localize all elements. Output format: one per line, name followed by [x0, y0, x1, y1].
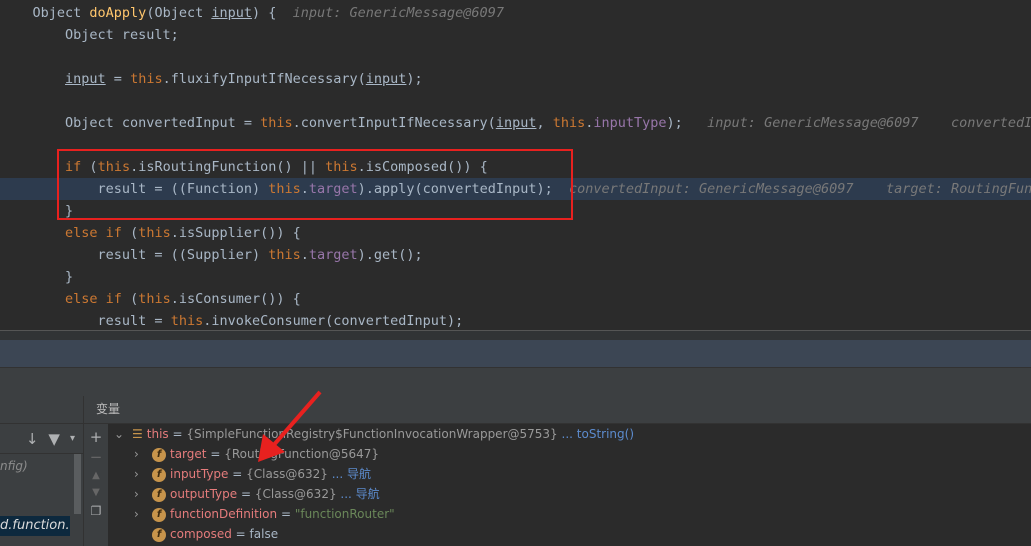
arrow-annotation: [258, 390, 322, 462]
